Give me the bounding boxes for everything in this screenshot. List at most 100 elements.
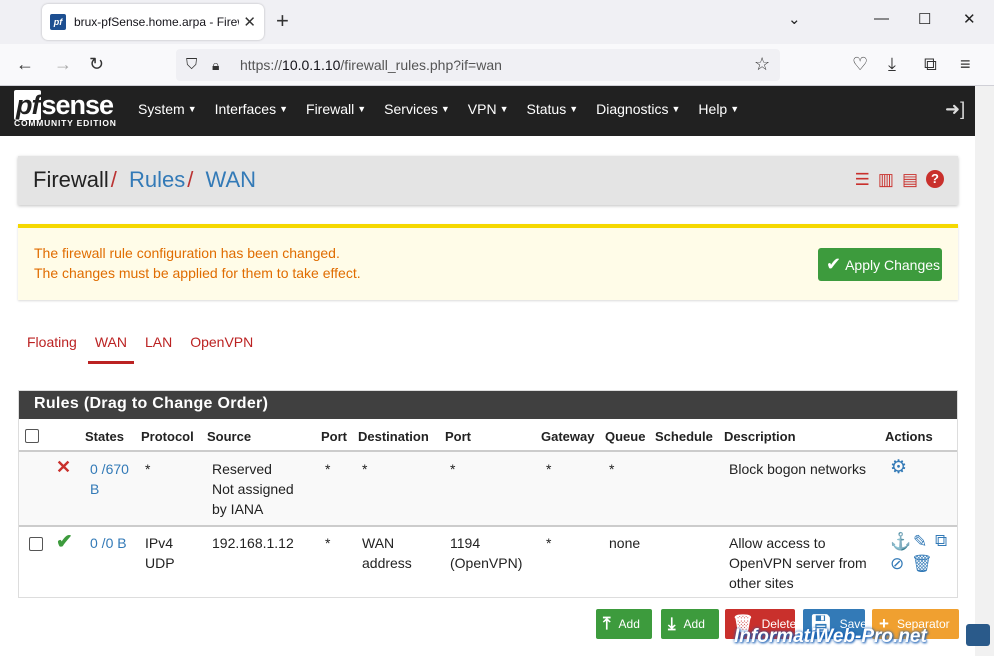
add-bottom-button[interactable]: ⤓ Add bbox=[661, 609, 719, 639]
col-dest-port: Port bbox=[445, 429, 471, 444]
forward-icon[interactable]: → bbox=[54, 54, 72, 74]
col-destination: Destination bbox=[358, 429, 429, 444]
rule-source: Reserved Not assigned by IANA bbox=[212, 461, 294, 517]
col-states: States bbox=[85, 429, 125, 444]
menu-help[interactable]: Help ▼ bbox=[698, 101, 739, 117]
tab-openvpn[interactable]: OpenVPN bbox=[181, 334, 262, 364]
col-source: Source bbox=[207, 429, 252, 444]
browser-tabstrip: pf brux-pfSense.home.arpa - Firewall: Ru… bbox=[0, 0, 994, 44]
tab-lan[interactable]: LAN bbox=[136, 334, 181, 364]
shield-icon[interactable]: ⛉ bbox=[186, 55, 197, 75]
col-queue: Queue bbox=[605, 429, 646, 444]
rule-protocol: IPv4 UDP bbox=[145, 535, 175, 571]
interface-tabs: Floating WAN LAN OpenVPN bbox=[18, 334, 262, 364]
col-protocol: Protocol bbox=[141, 429, 194, 444]
check-icon: ✔ bbox=[826, 254, 842, 274]
rule-destination: WAN address bbox=[362, 535, 412, 571]
breadcrumb-rules[interactable]: Rules bbox=[129, 167, 185, 192]
menu-firewall[interactable]: Firewall ▼ bbox=[306, 101, 366, 117]
rule-queue: none bbox=[609, 535, 641, 551]
apply-changes-alert: The firewall rule configuration has been… bbox=[18, 224, 958, 300]
download-icon[interactable]: ⤓ bbox=[888, 54, 896, 74]
rule-protocol: * bbox=[145, 461, 151, 477]
rule-select-checkbox[interactable] bbox=[29, 537, 43, 551]
arrow-up-icon: ⤒ bbox=[603, 614, 611, 633]
pfsense-logo[interactable]: pfsense COMMUNITY EDITION bbox=[14, 90, 117, 128]
pfsense-navbar: pfsense COMMUNITY EDITION System ▼ Interf… bbox=[0, 86, 975, 136]
pocket-icon[interactable]: ♡ bbox=[852, 54, 868, 74]
minimize-icon[interactable]: — bbox=[874, 10, 889, 27]
rule-states[interactable]: 0 /670 B bbox=[90, 459, 129, 499]
add-top-button[interactable]: ⤒ Add bbox=[596, 609, 652, 639]
url-text[interactable]: https://10.0.1.10/firewall_rules.php?if=… bbox=[240, 57, 502, 73]
status-graph-icon[interactable]: ▥ bbox=[878, 170, 894, 190]
tab-list-chevron-icon[interactable]: ⌄ bbox=[788, 10, 801, 28]
panel-title: Rules (Drag to Change Order) bbox=[19, 391, 957, 419]
rules-panel: Rules (Drag to Change Order) States Prot… bbox=[18, 390, 958, 598]
alert-message-1: The firewall rule configuration has been… bbox=[34, 245, 340, 261]
settings-sliders-icon[interactable]: ☰ bbox=[855, 170, 870, 190]
help-icon[interactable]: ? bbox=[926, 170, 944, 188]
menu-diagnostics[interactable]: Diagnostics ▼ bbox=[596, 101, 680, 117]
log-list-icon[interactable]: ▤ bbox=[902, 170, 918, 190]
tab-floating[interactable]: Floating bbox=[18, 334, 86, 364]
anchor-icon[interactable]: ⚓ bbox=[890, 533, 911, 551]
apply-changes-button[interactable]: ✔ Apply Changes bbox=[818, 248, 942, 281]
block-x-icon: ✕ bbox=[56, 457, 72, 477]
url-bar[interactable]: ⛉ 🔒︎ https://10.0.1.10/firewall_rules.ph… bbox=[176, 49, 780, 81]
menu-system[interactable]: System ▼ bbox=[138, 101, 197, 117]
tab-title: brux-pfSense.home.arpa - Firewall: Rules… bbox=[73, 15, 239, 29]
rule-source: 192.168.1.12 bbox=[212, 535, 294, 551]
page-scrollbar[interactable] bbox=[975, 86, 994, 656]
arrow-down-icon: ⤓ bbox=[668, 614, 676, 633]
col-schedule: Schedule bbox=[655, 429, 713, 444]
disable-ban-icon[interactable]: ⊘ bbox=[890, 555, 904, 573]
logout-icon[interactable]: ➜] bbox=[945, 99, 965, 120]
col-description: Description bbox=[724, 429, 796, 444]
maximize-icon[interactable]: ☐ bbox=[918, 10, 931, 28]
breadcrumb-firewall: Firewall bbox=[33, 167, 109, 192]
watermark-logo-icon bbox=[966, 624, 990, 646]
tab-wan[interactable]: WAN bbox=[86, 334, 136, 364]
close-tab-icon[interactable]: ✕ bbox=[243, 13, 256, 31]
browser-tab[interactable]: pf brux-pfSense.home.arpa - Firewall: Ru… bbox=[42, 4, 264, 40]
col-gateway: Gateway bbox=[541, 429, 595, 444]
reload-icon[interactable]: ↻ bbox=[89, 54, 104, 74]
extensions-icon[interactable]: ⧉ bbox=[924, 54, 937, 74]
copy-icon[interactable]: ⧉ bbox=[935, 532, 947, 550]
rule-queue: * bbox=[609, 461, 615, 477]
col-actions: Actions bbox=[885, 429, 933, 444]
rule-dest-port: * bbox=[450, 461, 456, 477]
new-tab-icon[interactable]: + bbox=[276, 9, 289, 33]
col-source-port: Port bbox=[321, 429, 347, 444]
breadcrumb-wan[interactable]: WAN bbox=[206, 167, 257, 192]
select-all-checkbox[interactable] bbox=[25, 429, 39, 443]
rule-states[interactable]: 0 /0 B bbox=[90, 533, 127, 553]
rule-source-port: * bbox=[325, 461, 331, 477]
rule-source-port: * bbox=[325, 535, 331, 551]
gear-icon[interactable]: ⚙ bbox=[890, 458, 907, 477]
lock-icon[interactable]: 🔒︎ bbox=[212, 55, 219, 75]
menu-interfaces[interactable]: Interfaces ▼ bbox=[215, 101, 288, 117]
breadcrumb: Firewall/ Rules/ WAN ☰ ▥ ▤ ? bbox=[18, 156, 958, 205]
back-icon[interactable]: ← bbox=[16, 54, 34, 74]
rule-destination: * bbox=[362, 461, 368, 477]
main-menu: System ▼ Interfaces ▼ Firewall ▼ Services ▼ … bbox=[138, 101, 757, 117]
trash-icon[interactable]: 🗑︎ bbox=[911, 555, 933, 573]
app-menu-icon[interactable]: ≡ bbox=[960, 54, 971, 74]
close-window-icon[interactable]: ✕ bbox=[963, 10, 976, 28]
pfsense-favicon-icon: pf bbox=[50, 14, 66, 30]
menu-services[interactable]: Services ▼ bbox=[384, 101, 450, 117]
browser-navbar: ← → ↻ ⛉ 🔒︎ https://10.0.1.10/firewall_ru… bbox=[0, 44, 994, 86]
edit-pencil-icon[interactable]: ✎ bbox=[913, 533, 927, 551]
rule-gateway: * bbox=[546, 535, 552, 551]
rule-description: Allow access to OpenVPN server from other … bbox=[729, 535, 867, 591]
pass-check-icon: ✔ bbox=[56, 531, 73, 553]
alert-message-2: The changes must be applied for them to … bbox=[34, 265, 361, 281]
rule-description: Block bogon networks bbox=[729, 461, 866, 477]
menu-vpn[interactable]: VPN ▼ bbox=[468, 101, 509, 117]
menu-status[interactable]: Status ▼ bbox=[527, 101, 579, 117]
watermark: InformatiWeb-Pro.net bbox=[734, 626, 927, 647]
rule-gateway: * bbox=[546, 461, 552, 477]
bookmark-star-icon[interactable]: ☆ bbox=[754, 54, 770, 74]
